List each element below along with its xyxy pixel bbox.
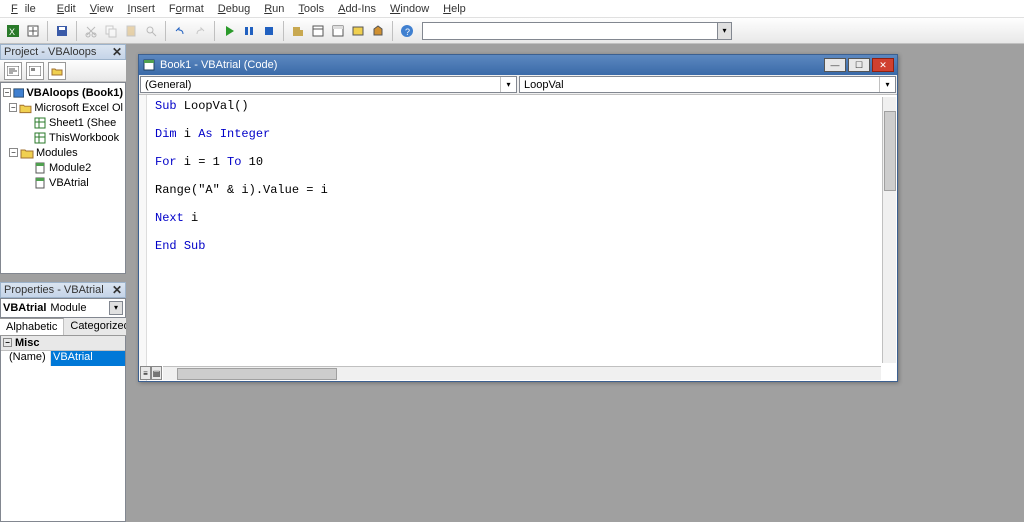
folder-icon: [20, 147, 34, 159]
menu-addins[interactable]: Add-Ins: [331, 2, 383, 16]
project-panel-header: Project - VBAloops ✕: [0, 44, 126, 60]
chevron-down-icon[interactable]: ▾: [879, 77, 895, 92]
cut-icon[interactable]: [82, 22, 100, 40]
find-icon[interactable]: [142, 22, 160, 40]
module-icon: [142, 58, 156, 72]
code-window-titlebar[interactable]: Book1 - VBAtrial (Code) — ☐ ✕: [139, 55, 897, 75]
toggle-folders-icon[interactable]: [48, 62, 66, 80]
tree-sheet1[interactable]: Sheet1 (Shee: [33, 115, 123, 130]
menu-format[interactable]: Format: [162, 2, 211, 16]
toolbar-line-column-box[interactable]: ▾: [422, 22, 732, 40]
scrollbar-thumb[interactable]: [884, 111, 896, 191]
procedure-view-toggle[interactable]: ≡: [140, 366, 151, 380]
code-editor[interactable]: Sub LoopVal() Dim i As Integer For i = 1…: [147, 95, 897, 381]
properties-icon[interactable]: [329, 22, 347, 40]
minimize-button[interactable]: —: [824, 58, 846, 72]
menu-bar: File Edit View Insert Format Debug Run T…: [0, 0, 1024, 18]
module-icon: [33, 162, 47, 174]
code-dropdown-row: (General) ▾ LoopVal ▾: [139, 75, 897, 95]
main-toolbar: X ? ▾: [0, 18, 1024, 44]
menu-insert[interactable]: Insert: [120, 2, 162, 16]
object-dropdown[interactable]: (General) ▾: [140, 76, 517, 93]
maximize-button[interactable]: ☐: [848, 58, 870, 72]
chevron-down-icon[interactable]: ▾: [109, 301, 123, 315]
vertical-scrollbar[interactable]: [882, 97, 896, 363]
prop-category-misc[interactable]: − Misc: [1, 336, 125, 351]
design-mode-icon[interactable]: [289, 22, 307, 40]
tree-modules[interactable]: − Modules: [9, 145, 123, 160]
menu-window[interactable]: Window: [383, 2, 436, 16]
tree-collapse-icon[interactable]: −: [9, 148, 18, 157]
view-excel-icon[interactable]: X: [4, 22, 22, 40]
menu-debug[interactable]: Debug: [211, 2, 257, 16]
procedure-dropdown[interactable]: LoopVal ▾: [519, 76, 896, 93]
vba-project-icon: [13, 87, 25, 99]
worksheet-icon: [33, 117, 47, 129]
category-collapse-icon[interactable]: −: [3, 338, 12, 347]
mdi-client-area: Book1 - VBAtrial (Code) — ☐ ✕ (General) …: [126, 44, 1024, 522]
menu-tools[interactable]: Tools: [291, 2, 331, 16]
help-icon[interactable]: ?: [398, 22, 416, 40]
run-icon[interactable]: [220, 22, 238, 40]
module-icon: [33, 177, 47, 189]
undo-icon[interactable]: [171, 22, 189, 40]
insert-module-icon[interactable]: [24, 22, 42, 40]
code-gutter: [139, 95, 147, 381]
properties-panel-title: Properties - VBAtrial: [4, 284, 104, 296]
tree-collapse-icon[interactable]: −: [3, 88, 11, 97]
tree-module2[interactable]: Module2: [33, 160, 123, 175]
chevron-down-icon[interactable]: ▾: [717, 23, 731, 39]
tree-root[interactable]: − VBAloops (Book1): [3, 85, 123, 100]
tree-excel-objects[interactable]: − Microsoft Excel Ol: [9, 100, 123, 115]
menu-run[interactable]: Run: [257, 2, 291, 16]
paste-icon[interactable]: [122, 22, 140, 40]
prop-row-name[interactable]: (Name) VBAtrial: [1, 351, 125, 366]
reset-icon[interactable]: [260, 22, 278, 40]
prop-name-label: (Name): [1, 351, 51, 366]
project-panel-title: Project - VBAloops: [4, 46, 96, 58]
toolbox-icon[interactable]: [369, 22, 387, 40]
svg-text:?: ?: [405, 27, 410, 37]
menu-edit[interactable]: Edit: [50, 2, 83, 16]
redo-icon[interactable]: [191, 22, 209, 40]
view-object-icon[interactable]: [26, 62, 44, 80]
menu-view[interactable]: View: [83, 2, 121, 16]
properties-grid: − Misc (Name) VBAtrial: [0, 336, 126, 522]
object-browser-icon[interactable]: [349, 22, 367, 40]
project-mini-toolbar: [0, 60, 126, 82]
properties-object-selector[interactable]: VBAtrial Module ▾: [0, 298, 126, 318]
save-icon[interactable]: [53, 22, 71, 40]
properties-tabs: Alphabetic Categorized: [0, 318, 126, 336]
project-explorer-icon[interactable]: [309, 22, 327, 40]
scrollbar-thumb[interactable]: [177, 368, 337, 380]
close-button[interactable]: ✕: [872, 58, 894, 72]
view-code-icon[interactable]: [4, 62, 22, 80]
menu-help[interactable]: Help: [436, 2, 473, 16]
properties-panel-header: Properties - VBAtrial ✕: [0, 282, 126, 298]
code-window: Book1 - VBAtrial (Code) — ☐ ✕ (General) …: [138, 54, 898, 382]
folder-icon: [19, 102, 32, 114]
tree-collapse-icon[interactable]: −: [9, 103, 17, 112]
properties-panel-close[interactable]: ✕: [110, 283, 124, 297]
code-window-title: Book1 - VBAtrial (Code): [160, 59, 277, 71]
copy-icon[interactable]: [102, 22, 120, 40]
break-icon[interactable]: [240, 22, 258, 40]
chevron-down-icon[interactable]: ▾: [500, 77, 516, 92]
tree-thisworkbook[interactable]: ThisWorkbook: [33, 130, 123, 145]
svg-text:X: X: [9, 27, 15, 37]
project-panel-close[interactable]: ✕: [110, 45, 124, 59]
tree-vbatrial[interactable]: VBAtrial: [33, 175, 123, 190]
project-tree[interactable]: − VBAloops (Book1) − Microsoft Excel Ol …: [0, 82, 126, 274]
horizontal-scrollbar[interactable]: [163, 366, 881, 380]
prop-name-value[interactable]: VBAtrial: [51, 351, 125, 366]
full-module-view-toggle[interactable]: ▤: [151, 366, 162, 380]
menu-file[interactable]: File: [4, 2, 50, 16]
tab-alphabetic[interactable]: Alphabetic: [0, 318, 64, 335]
workbook-icon: [33, 132, 47, 144]
